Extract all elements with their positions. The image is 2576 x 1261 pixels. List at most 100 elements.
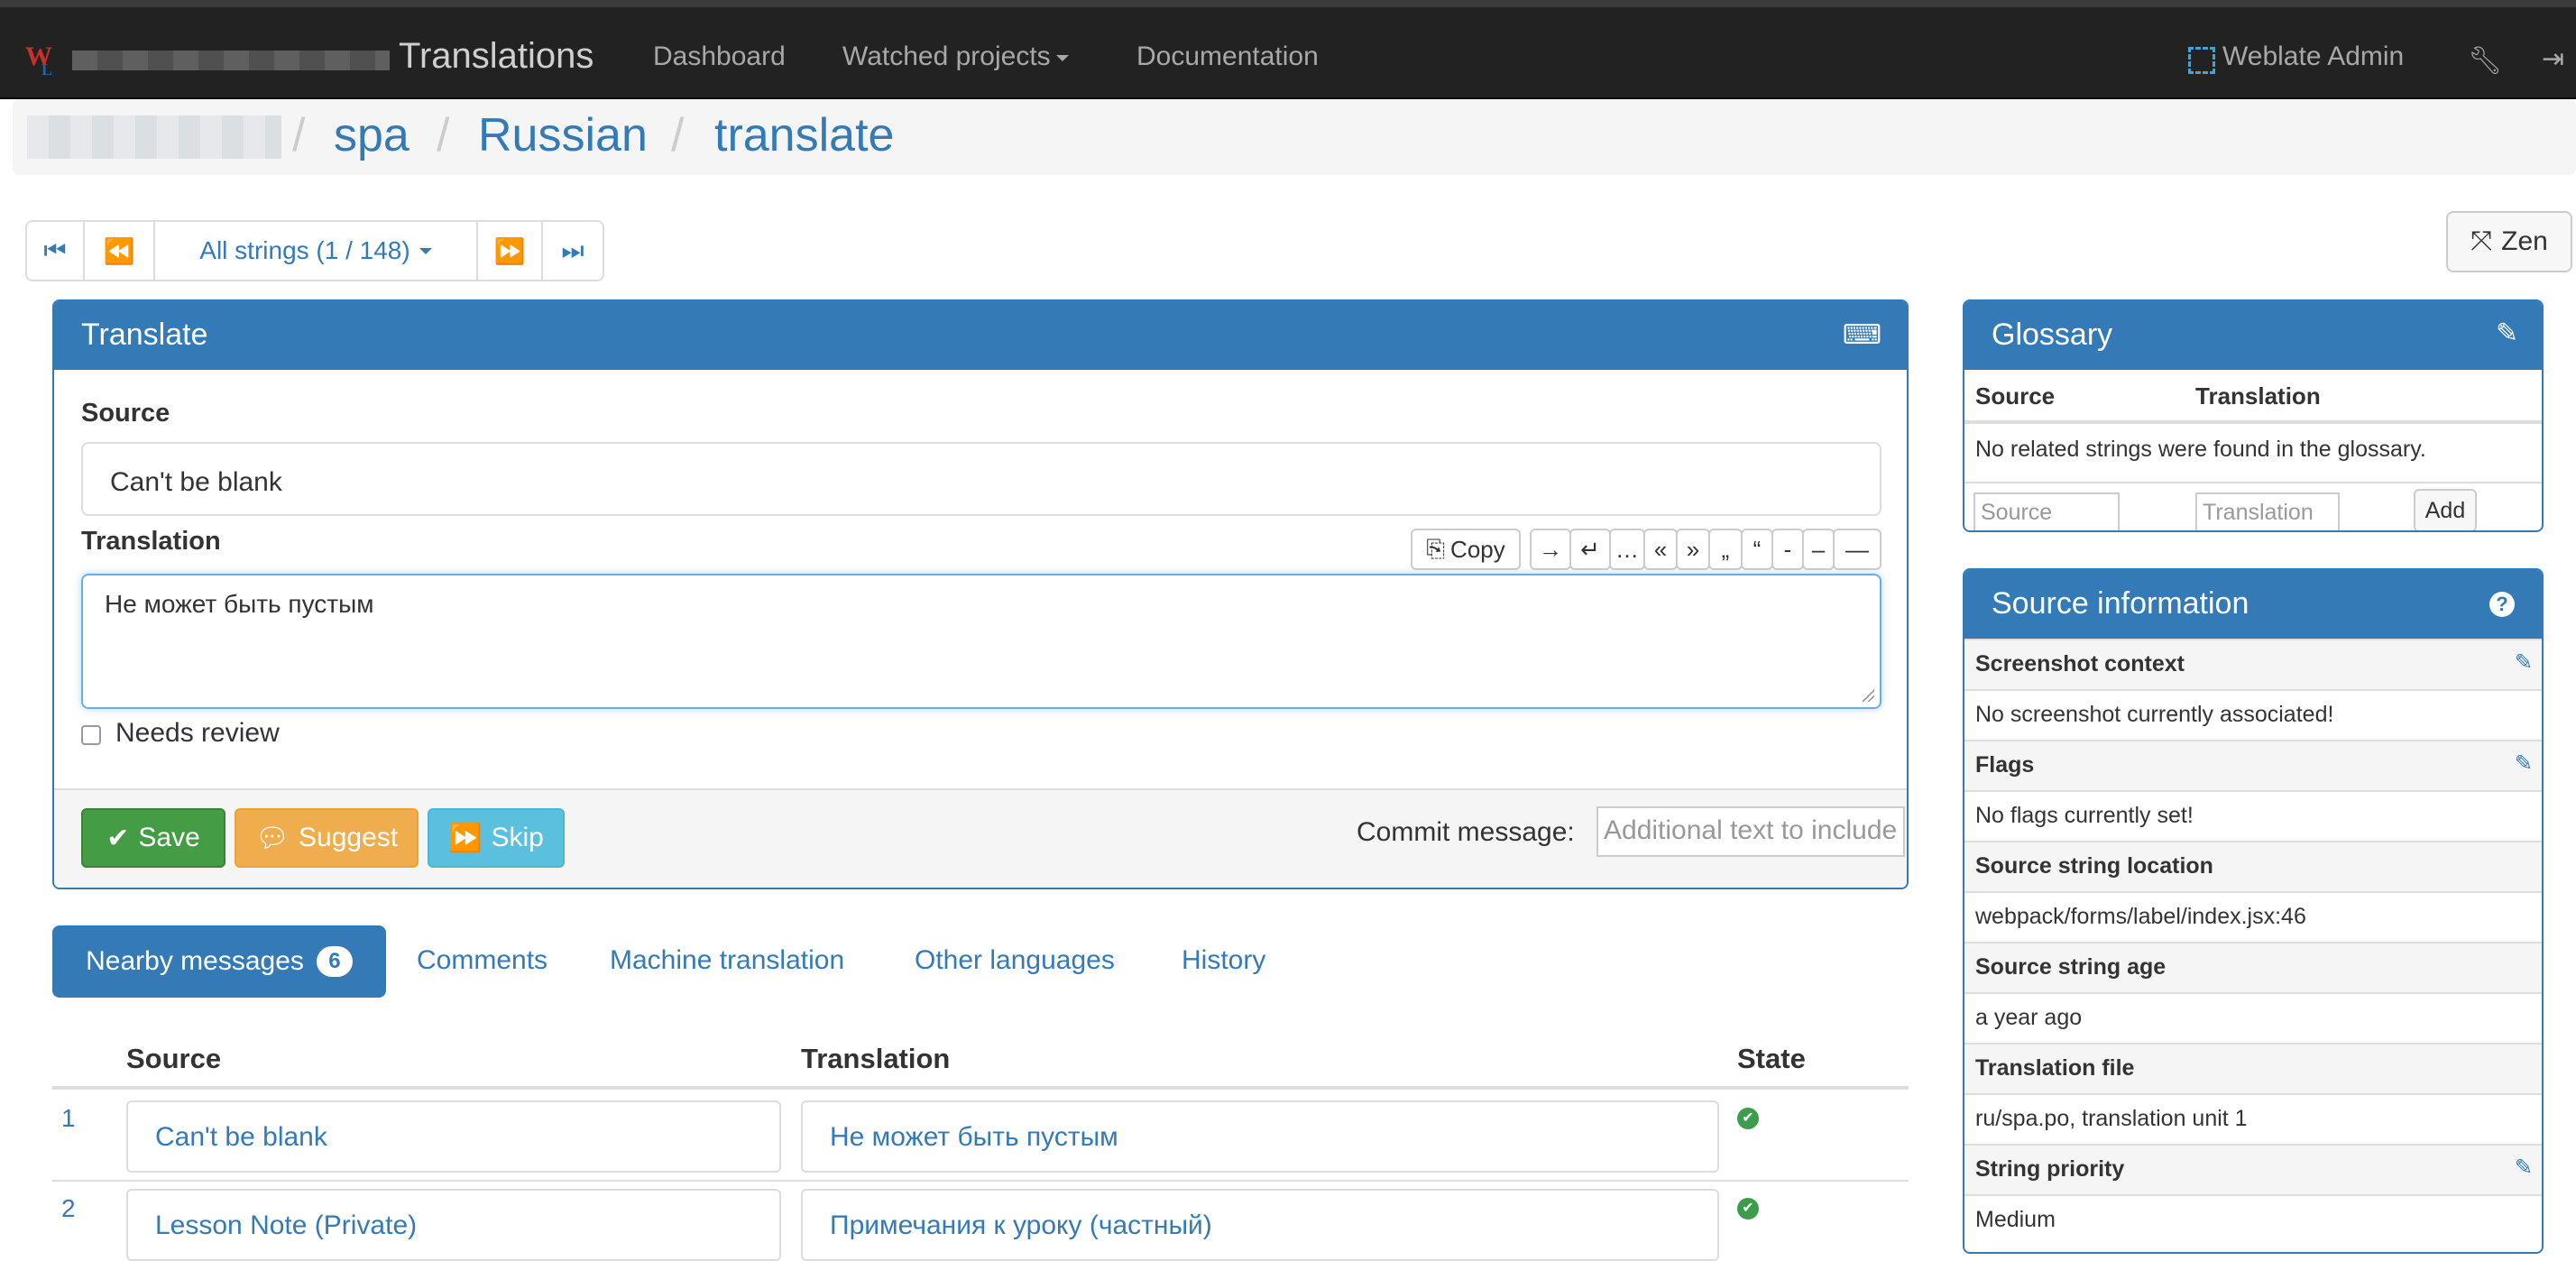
translation-label: Translation	[81, 527, 221, 556]
tab-nearby-messages[interactable]: Nearby messages 6	[52, 925, 386, 998]
expand-icon: ⤧	[2470, 226, 2493, 256]
insert-en-dash-button[interactable]: –	[1802, 529, 1835, 570]
translation-file-value: ru/spa.po, translation unit 1	[1975, 1106, 2248, 1131]
insert-high-quote-button[interactable]: “	[1741, 529, 1773, 570]
glossary-add-button[interactable]: Add	[2414, 489, 2477, 530]
edit-pencil-icon[interactable]: ✎	[2515, 649, 2533, 676]
string-priority-label: String priority	[1975, 1156, 2125, 1182]
copy-icon: ⎘	[1426, 535, 1446, 562]
wrench-icon[interactable]: 🔧︎	[2468, 45, 2502, 77]
tab-history[interactable]: History	[1182, 945, 1265, 976]
resize-handle[interactable]	[1862, 689, 1874, 702]
string-pager: ⏮ ⏪ All strings (1 / 148) ⏩ ⏭	[25, 220, 604, 281]
glossary-col-translation: Translation	[2195, 382, 2321, 410]
user-menu[interactable]: Weblate Admin	[2222, 41, 2404, 72]
insert-tab-button[interactable]: →	[1530, 529, 1571, 570]
translation-file-header: Translation file	[1964, 1043, 2542, 1093]
commit-message-label: Commit message:	[1357, 817, 1575, 847]
row-number[interactable]: 1	[61, 1104, 76, 1133]
tab-comments[interactable]: Comments	[417, 945, 547, 976]
insert-ellipsis-button[interactable]: …	[1609, 529, 1645, 570]
translate-panel-footer: ✔ Save 💬︎ Suggest ⏩ Skip Commit message: Ad…	[54, 788, 1907, 888]
row-translation[interactable]: Примечания к уроку (частный)	[801, 1189, 1719, 1261]
table-header-divider	[52, 1086, 1909, 1090]
glossary-empty-message: No related strings were found in the glo…	[1975, 437, 2426, 462]
help-icon[interactable]: ?	[2489, 592, 2515, 617]
next-string-button[interactable]: ⏩	[478, 222, 543, 280]
tab-other-languages[interactable]: Other languages	[915, 945, 1115, 976]
nav-dashboard[interactable]: Dashboard	[653, 41, 786, 72]
translation-file-label: Translation file	[1975, 1055, 2135, 1081]
redacted-project-name[interactable]	[27, 115, 281, 159]
screenshot-context-header: Screenshot context ✎	[1964, 639, 2542, 689]
skip-button[interactable]: ⏩ Skip	[428, 808, 565, 868]
row-number[interactable]: 2	[61, 1194, 76, 1223]
nav-watched-projects[interactable]: Watched projects	[842, 41, 1069, 72]
last-string-button[interactable]: ⏭	[543, 222, 603, 280]
tab-machine-translation[interactable]: Machine translation	[610, 945, 844, 976]
approved-check-icon: ✔	[1737, 1108, 1759, 1129]
breadcrumb-translate[interactable]: translate	[714, 108, 894, 162]
translation-textarea[interactable]: Не может быть пустым	[81, 574, 1881, 709]
row-source[interactable]: Lesson Note (Private)	[126, 1189, 781, 1261]
glossary-source-input[interactable]: Source	[1973, 492, 2120, 530]
copy-source-button[interactable]: ⎘ Copy	[1411, 529, 1521, 570]
glossary-panel: Glossary ✎ Source Translation No related…	[1963, 299, 2544, 532]
source-label: Source	[81, 399, 170, 428]
string-priority-value: Medium	[1975, 1207, 2056, 1232]
weblate-logo-icon[interactable]: WL	[25, 41, 56, 78]
zen-mode-button[interactable]: ⤧ Zen	[2446, 211, 2572, 272]
save-button[interactable]: ✔ Save	[81, 808, 225, 868]
breadcrumb-component[interactable]: spa	[334, 108, 409, 162]
row-source[interactable]: Can't be blank	[126, 1100, 781, 1173]
chevron-down-icon	[1055, 54, 1069, 61]
commit-message-input[interactable]: Additional text to include	[1596, 806, 1905, 857]
glossary-translation-input[interactable]: Translation	[2195, 492, 2340, 530]
strings-filter-dropdown[interactable]: All strings (1 / 148)	[155, 222, 478, 280]
row-translation[interactable]: Не может быть пустым	[801, 1100, 1719, 1173]
breadcrumb-language[interactable]: Russian	[478, 108, 648, 162]
breadcrumb-separator: /	[671, 109, 685, 161]
flags-header: Flags ✎	[1964, 740, 2542, 790]
zen-label: Zen	[2501, 226, 2548, 256]
previous-icon: ⏪	[103, 236, 135, 265]
comment-icon: 💬︎	[254, 823, 290, 853]
top-navbar: WL Translations Dashboard Watched projec…	[0, 0, 2576, 99]
skip-label: Skip	[491, 823, 544, 852]
needs-review-label[interactable]: Needs review	[115, 718, 280, 749]
insert-hyphen-button[interactable]: -	[1771, 529, 1804, 570]
translate-panel-title: Translate	[81, 318, 208, 352]
source-location-value: webpack/forms/label/index.jsx:46	[1975, 904, 2306, 929]
user-icon[interactable]	[2188, 47, 2215, 74]
last-icon: ⏭	[561, 235, 584, 264]
previous-string-button[interactable]: ⏪	[85, 222, 155, 280]
insert-low-quote-button[interactable]: „	[1708, 529, 1743, 570]
copy-label: Copy	[1450, 535, 1505, 563]
logout-icon[interactable]: ⇥	[2542, 43, 2564, 75]
insert-left-guillemet-button[interactable]: «	[1643, 529, 1678, 570]
next-icon: ⏩	[493, 236, 526, 265]
needs-review-checkbox[interactable]	[81, 725, 101, 745]
edit-pencil-icon[interactable]: ✎	[2515, 1155, 2533, 1181]
nav-documentation[interactable]: Documentation	[1136, 41, 1319, 72]
source-info-heading: Source information ?	[1964, 570, 2542, 639]
source-age-header: Source string age	[1964, 942, 2542, 992]
brand-title[interactable]: Translations	[399, 36, 593, 77]
first-string-button[interactable]: ⏮	[27, 222, 85, 280]
translation-file-value-row: ru/spa.po, translation unit 1	[1964, 1093, 2542, 1144]
suggest-button[interactable]: 💬︎ Suggest	[235, 808, 419, 868]
suggest-label: Suggest	[299, 823, 399, 852]
source-information-panel: Source information ? Screenshot context …	[1963, 568, 2544, 1254]
breadcrumb: / spa / Russian / translate	[13, 99, 2576, 175]
insert-newline-button[interactable]: ↵	[1569, 529, 1611, 570]
edit-glossary-icon[interactable]: ✎	[2496, 318, 2518, 349]
edit-pencil-icon[interactable]: ✎	[2515, 750, 2533, 777]
glossary-divider	[1964, 482, 2542, 483]
keyboard-icon[interactable]: ⌨	[1843, 319, 1881, 351]
insert-em-dash-button[interactable]: —	[1833, 529, 1881, 570]
source-text: Can't be blank	[81, 442, 1881, 516]
screenshot-context-value: No screenshot currently associated!	[1975, 702, 2334, 727]
breadcrumb-separator: /	[437, 109, 450, 161]
string-priority-value-row: Medium	[1964, 1194, 2542, 1245]
insert-right-guillemet-button[interactable]: »	[1676, 529, 1710, 570]
